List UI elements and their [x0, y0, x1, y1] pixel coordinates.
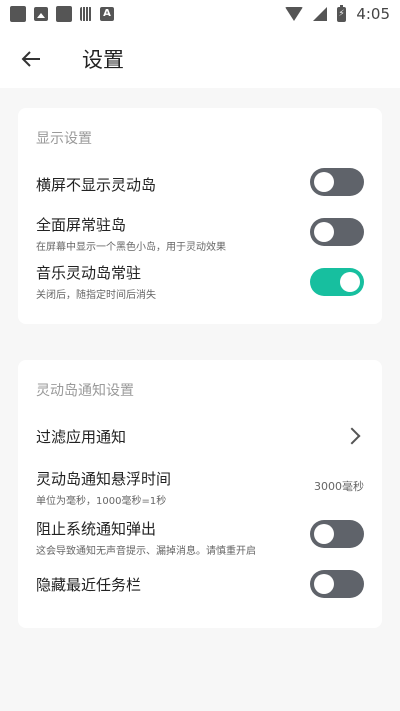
app-notification-icon: [10, 6, 26, 22]
hide-recents-toggle[interactable]: [310, 570, 364, 598]
setting-label: 音乐灵动岛常驻: [36, 264, 142, 282]
charging-bolt: ⚡: [338, 8, 345, 19]
setting-subtitle: 在屏幕中显示一个黑色小岛，用于灵动效果: [36, 242, 226, 253]
toggle-knob: [314, 574, 334, 594]
section-title-display: 显示设置: [36, 131, 92, 147]
setting-row-float-duration[interactable]: 灵动岛通知悬浮时间 单位为毫秒，1000毫秒=1秒 3000毫秒: [18, 466, 382, 512]
toggle-knob: [314, 524, 334, 544]
setting-subtitle: 关闭后，随指定时间后消失: [36, 290, 156, 301]
display-settings-card: 显示设置 横屏不显示灵动岛 全面屏常驻岛 在屏幕中显示一个黑色小岛，用于灵动效果…: [18, 108, 382, 324]
app-bar: 设置: [0, 30, 400, 88]
image-icon: [34, 7, 48, 21]
status-bar: A ⚡ 4:05: [0, 0, 400, 30]
toggle-knob: [314, 222, 334, 242]
a-letter-icon: A: [100, 7, 114, 21]
battery-charging-icon: ⚡: [337, 4, 347, 22]
setting-row-music-island[interactable]: 音乐灵动岛常驻 关闭后，随指定时间后消失: [18, 260, 382, 306]
setting-row-landscape-hide[interactable]: 横屏不显示灵动岛: [18, 166, 382, 206]
setting-row-hide-recents[interactable]: 隐藏最近任务栏: [18, 568, 382, 608]
setting-label: 全面屏常驻岛: [36, 216, 127, 234]
setting-label: 隐藏最近任务栏: [36, 576, 142, 594]
status-time: 4:05: [356, 5, 390, 23]
chevron-right-icon: [343, 427, 361, 445]
signal-icon: [313, 7, 328, 21]
setting-row-filter-apps[interactable]: 过滤应用通知: [18, 420, 382, 458]
section-title-notification: 灵动岛通知设置: [36, 383, 134, 399]
setting-subtitle: 单位为毫秒，1000毫秒=1秒: [36, 496, 167, 507]
back-button[interactable]: [18, 46, 44, 72]
block-system-notif-toggle[interactable]: [310, 520, 364, 548]
fullscreen-island-toggle[interactable]: [310, 218, 364, 246]
barcode-icon: [80, 7, 92, 21]
toggle-knob: [340, 272, 360, 292]
wifi-icon: [285, 7, 304, 21]
setting-value: 3000毫秒: [314, 480, 364, 493]
setting-row-block-system-notif[interactable]: 阻止系统通知弹出 这会导致通知无声音提示、漏掉消息。请慎重开启: [18, 516, 382, 562]
page-title: 设置: [82, 48, 124, 72]
landscape-hide-toggle[interactable]: [310, 168, 364, 196]
music-island-toggle[interactable]: [310, 268, 364, 296]
notification-settings-card: 灵动岛通知设置 过滤应用通知 灵动岛通知悬浮时间 单位为毫秒，1000毫秒=1秒…: [18, 360, 382, 628]
setting-row-fullscreen-island[interactable]: 全面屏常驻岛 在屏幕中显示一个黑色小岛，用于灵动效果: [18, 212, 382, 258]
setting-subtitle: 这会导致通知无声音提示、漏掉消息。请慎重开启: [36, 546, 256, 557]
arrow-left-icon: [21, 51, 40, 67]
setting-label: 过滤应用通知: [36, 428, 127, 446]
setting-label: 横屏不显示灵动岛: [36, 176, 157, 194]
setting-label: 阻止系统通知弹出: [36, 520, 157, 538]
app-notification-icon-2: [56, 6, 72, 22]
notification-icons: A: [10, 6, 114, 22]
toggle-knob: [314, 172, 334, 192]
setting-label: 灵动岛通知悬浮时间: [36, 470, 172, 488]
